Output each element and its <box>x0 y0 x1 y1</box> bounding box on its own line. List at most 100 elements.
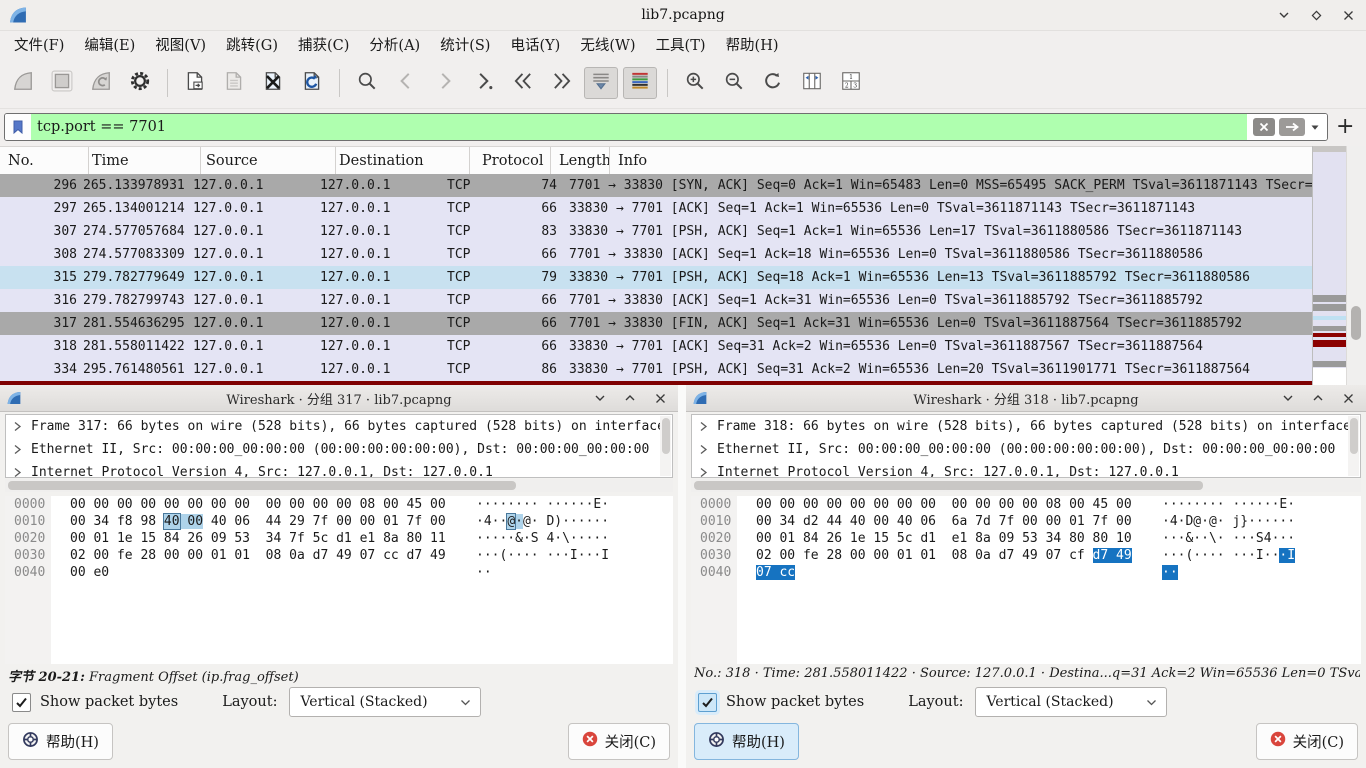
menu-statistics[interactable]: 统计(S) <box>430 31 500 58</box>
open-file-button[interactable] <box>178 67 212 99</box>
restore-icon[interactable] <box>622 390 638 406</box>
hex-row[interactable]: 002000 01 84 26 1e 15 5c d1 e1 8a 09 53 … <box>691 530 1361 547</box>
column-header-time[interactable]: Time <box>89 147 201 175</box>
hex-bytes[interactable]: 00 e0 <box>70 565 465 580</box>
ascii-bytes[interactable]: ········ ······E· <box>476 497 609 512</box>
packet-row-317[interactable]: 317281.554636295127.0.0.1127.0.0.1TCP667… <box>0 312 1312 335</box>
ascii-bytes[interactable]: ···(···· ···I···I <box>476 548 609 563</box>
filter-apply-icon[interactable] <box>1279 118 1305 136</box>
minimize-icon[interactable] <box>1276 7 1292 23</box>
ascii-bytes[interactable]: ···(···· ···I···I <box>1162 548 1295 563</box>
capture-options-button[interactable] <box>123 67 157 99</box>
hex-row[interactable]: 003002 00 fe 28 00 00 01 01 08 0a d7 49 … <box>5 547 673 564</box>
ascii-bytes[interactable]: ·4·D@·@· j}······ <box>1162 514 1295 529</box>
goto-packet-button[interactable] <box>467 67 501 99</box>
maximize-icon[interactable] <box>1308 7 1324 23</box>
expander-icon[interactable] <box>692 467 717 478</box>
packet-row-334[interactable]: 334295.761480561127.0.0.1127.0.0.1TCP863… <box>0 358 1312 381</box>
tree-row[interactable]: Frame 318: 66 bytes on wire (528 bits), … <box>692 415 1360 438</box>
packet-row-315[interactable]: 315279.782779649127.0.0.1127.0.0.1TCP793… <box>0 266 1312 289</box>
tree-row[interactable]: Internet Protocol Version 4, Src: 127.0.… <box>6 461 672 478</box>
column-header-destination[interactable]: Destination <box>336 147 470 175</box>
hex-row[interactable]: 002000 01 1e 15 84 26 09 53 34 7f 5c d1 … <box>5 530 673 547</box>
hex-row[interactable]: 000000 00 00 00 00 00 00 00 00 00 00 00 … <box>5 496 673 513</box>
hex-bytes[interactable]: 02 00 fe 28 00 00 01 01 08 0a d7 49 07 c… <box>756 548 1151 563</box>
zoom-out-button[interactable] <box>717 67 751 99</box>
close-file-button[interactable] <box>256 67 290 99</box>
scrollbar-thumb[interactable] <box>1350 418 1358 454</box>
scrollbar-thumb[interactable] <box>694 481 1203 490</box>
resize-columns-button[interactable] <box>795 67 829 99</box>
hex-bytes[interactable]: 00 34 d2 44 40 00 40 06 6a 7d 7f 00 00 0… <box>756 514 1151 529</box>
layout-button[interactable]: 123 <box>834 67 868 99</box>
tree-scrollbar[interactable] <box>1348 416 1359 476</box>
close-button[interactable]: 关闭(C) <box>1256 723 1358 760</box>
hex-bytes[interactable]: 02 00 fe 28 00 00 01 01 08 0a d7 49 07 c… <box>70 548 465 563</box>
scrollbar-thumb[interactable] <box>1351 306 1361 340</box>
packet-row-318[interactable]: 318281.558011422127.0.0.1127.0.0.1TCP663… <box>0 335 1312 358</box>
hex-row[interactable]: 004007 cc·· <box>691 564 1361 581</box>
tree-row[interactable]: Ethernet II, Src: 00:00:00_00:00:00 (00:… <box>6 438 672 461</box>
hex-bytes[interactable]: 00 01 84 26 1e 15 5c d1 e1 8a 09 53 34 8… <box>756 531 1151 546</box>
menu-file[interactable]: 文件(F) <box>4 31 74 58</box>
reload-file-button[interactable] <box>295 67 329 99</box>
first-packet-button[interactable] <box>506 67 540 99</box>
close-icon[interactable] <box>652 390 668 406</box>
column-header-protocol[interactable]: Protocol <box>470 147 551 175</box>
filter-bookmark-icon[interactable] <box>5 114 31 140</box>
expander-icon[interactable] <box>692 444 717 455</box>
scrollbar-thumb[interactable] <box>8 481 516 490</box>
tree-hscrollbar[interactable] <box>691 479 1361 492</box>
hex-bytes[interactable]: 00 00 00 00 00 00 00 00 00 00 00 00 08 0… <box>756 497 1151 512</box>
find-packet-button[interactable] <box>350 67 384 99</box>
hex-row[interactable]: 001000 34 d2 44 40 00 40 06 6a 7d 7f 00 … <box>691 513 1361 530</box>
tree-scrollbar[interactable] <box>660 416 671 476</box>
hex-row[interactable]: 004000 e0·· <box>5 564 673 581</box>
menu-analyze[interactable]: 分析(A) <box>359 31 430 58</box>
display-filter-field[interactable]: tcp.port == 7701 <box>4 113 1328 141</box>
menu-help[interactable]: 帮助(H) <box>716 31 789 58</box>
menu-view[interactable]: 视图(V) <box>145 31 216 58</box>
show-packet-bytes-checkbox[interactable] <box>698 693 717 712</box>
column-header-source[interactable]: Source <box>201 147 336 175</box>
hex-bytes[interactable]: 00 00 00 00 00 00 00 00 00 00 00 00 08 0… <box>70 497 465 512</box>
help-button[interactable]: 帮助(H) <box>694 723 799 760</box>
scrollbar-thumb[interactable] <box>662 418 670 454</box>
packet-row-297[interactable]: 297265.134001214127.0.0.1127.0.0.1TCP663… <box>0 197 1312 220</box>
packet-row-307[interactable]: 307274.577057684127.0.0.1127.0.0.1TCP833… <box>0 220 1312 243</box>
minimize-icon[interactable] <box>1280 390 1296 406</box>
layout-select[interactable]: Vertical (Stacked) <box>289 687 481 717</box>
filter-dropdown-icon[interactable] <box>1309 118 1321 136</box>
close-icon[interactable] <box>1340 7 1356 23</box>
hex-row[interactable]: 003002 00 fe 28 00 00 01 01 08 0a d7 49 … <box>691 547 1361 564</box>
filter-input[interactable]: tcp.port == 7701 <box>31 114 1247 140</box>
column-header-no[interactable]: No. <box>0 147 89 175</box>
close-icon[interactable] <box>1340 390 1356 406</box>
expander-icon[interactable] <box>692 421 717 432</box>
ascii-bytes[interactable]: ·····&·S 4·\····· <box>476 531 609 546</box>
close-button[interactable]: 关闭(C) <box>568 723 670 760</box>
tree-row[interactable]: Ethernet II, Src: 00:00:00_00:00:00 (00:… <box>692 438 1360 461</box>
last-packet-button[interactable] <box>545 67 579 99</box>
packet-list-scrollbar[interactable] <box>1346 146 1366 385</box>
ascii-bytes[interactable]: ·4··@·@· D)······ <box>476 514 609 529</box>
zoom-reset-button[interactable] <box>756 67 790 99</box>
menu-capture[interactable]: 捕获(C) <box>288 31 359 58</box>
menu-edit[interactable]: 编辑(E) <box>74 31 145 58</box>
menu-tools[interactable]: 工具(T) <box>646 31 716 58</box>
tree-hscrollbar[interactable] <box>5 479 673 492</box>
tree-row[interactable]: Internet Protocol Version 4, Src: 127.0.… <box>692 461 1360 478</box>
ascii-bytes[interactable]: ········ ······E· <box>1162 497 1295 512</box>
zoom-in-button[interactable] <box>678 67 712 99</box>
hex-row[interactable]: 001000 34 f8 98 40 00 40 06 44 29 7f 00 … <box>5 513 673 530</box>
help-button[interactable]: 帮助(H) <box>8 723 113 760</box>
hex-bytes[interactable]: 07 cc <box>756 565 1151 580</box>
menu-telephony[interactable]: 电话(Y) <box>500 31 570 58</box>
hex-row[interactable]: 000000 00 00 00 00 00 00 00 00 00 00 00 … <box>691 496 1361 513</box>
packet-list-minimap[interactable] <box>1312 146 1347 385</box>
hex-bytes[interactable]: 00 01 1e 15 84 26 09 53 34 7f 5c d1 e1 8… <box>70 531 465 546</box>
restore-icon[interactable] <box>1310 390 1326 406</box>
expander-icon[interactable] <box>6 444 31 455</box>
menu-wireless[interactable]: 无线(W) <box>570 31 645 58</box>
column-header-length[interactable]: Length <box>551 147 610 175</box>
